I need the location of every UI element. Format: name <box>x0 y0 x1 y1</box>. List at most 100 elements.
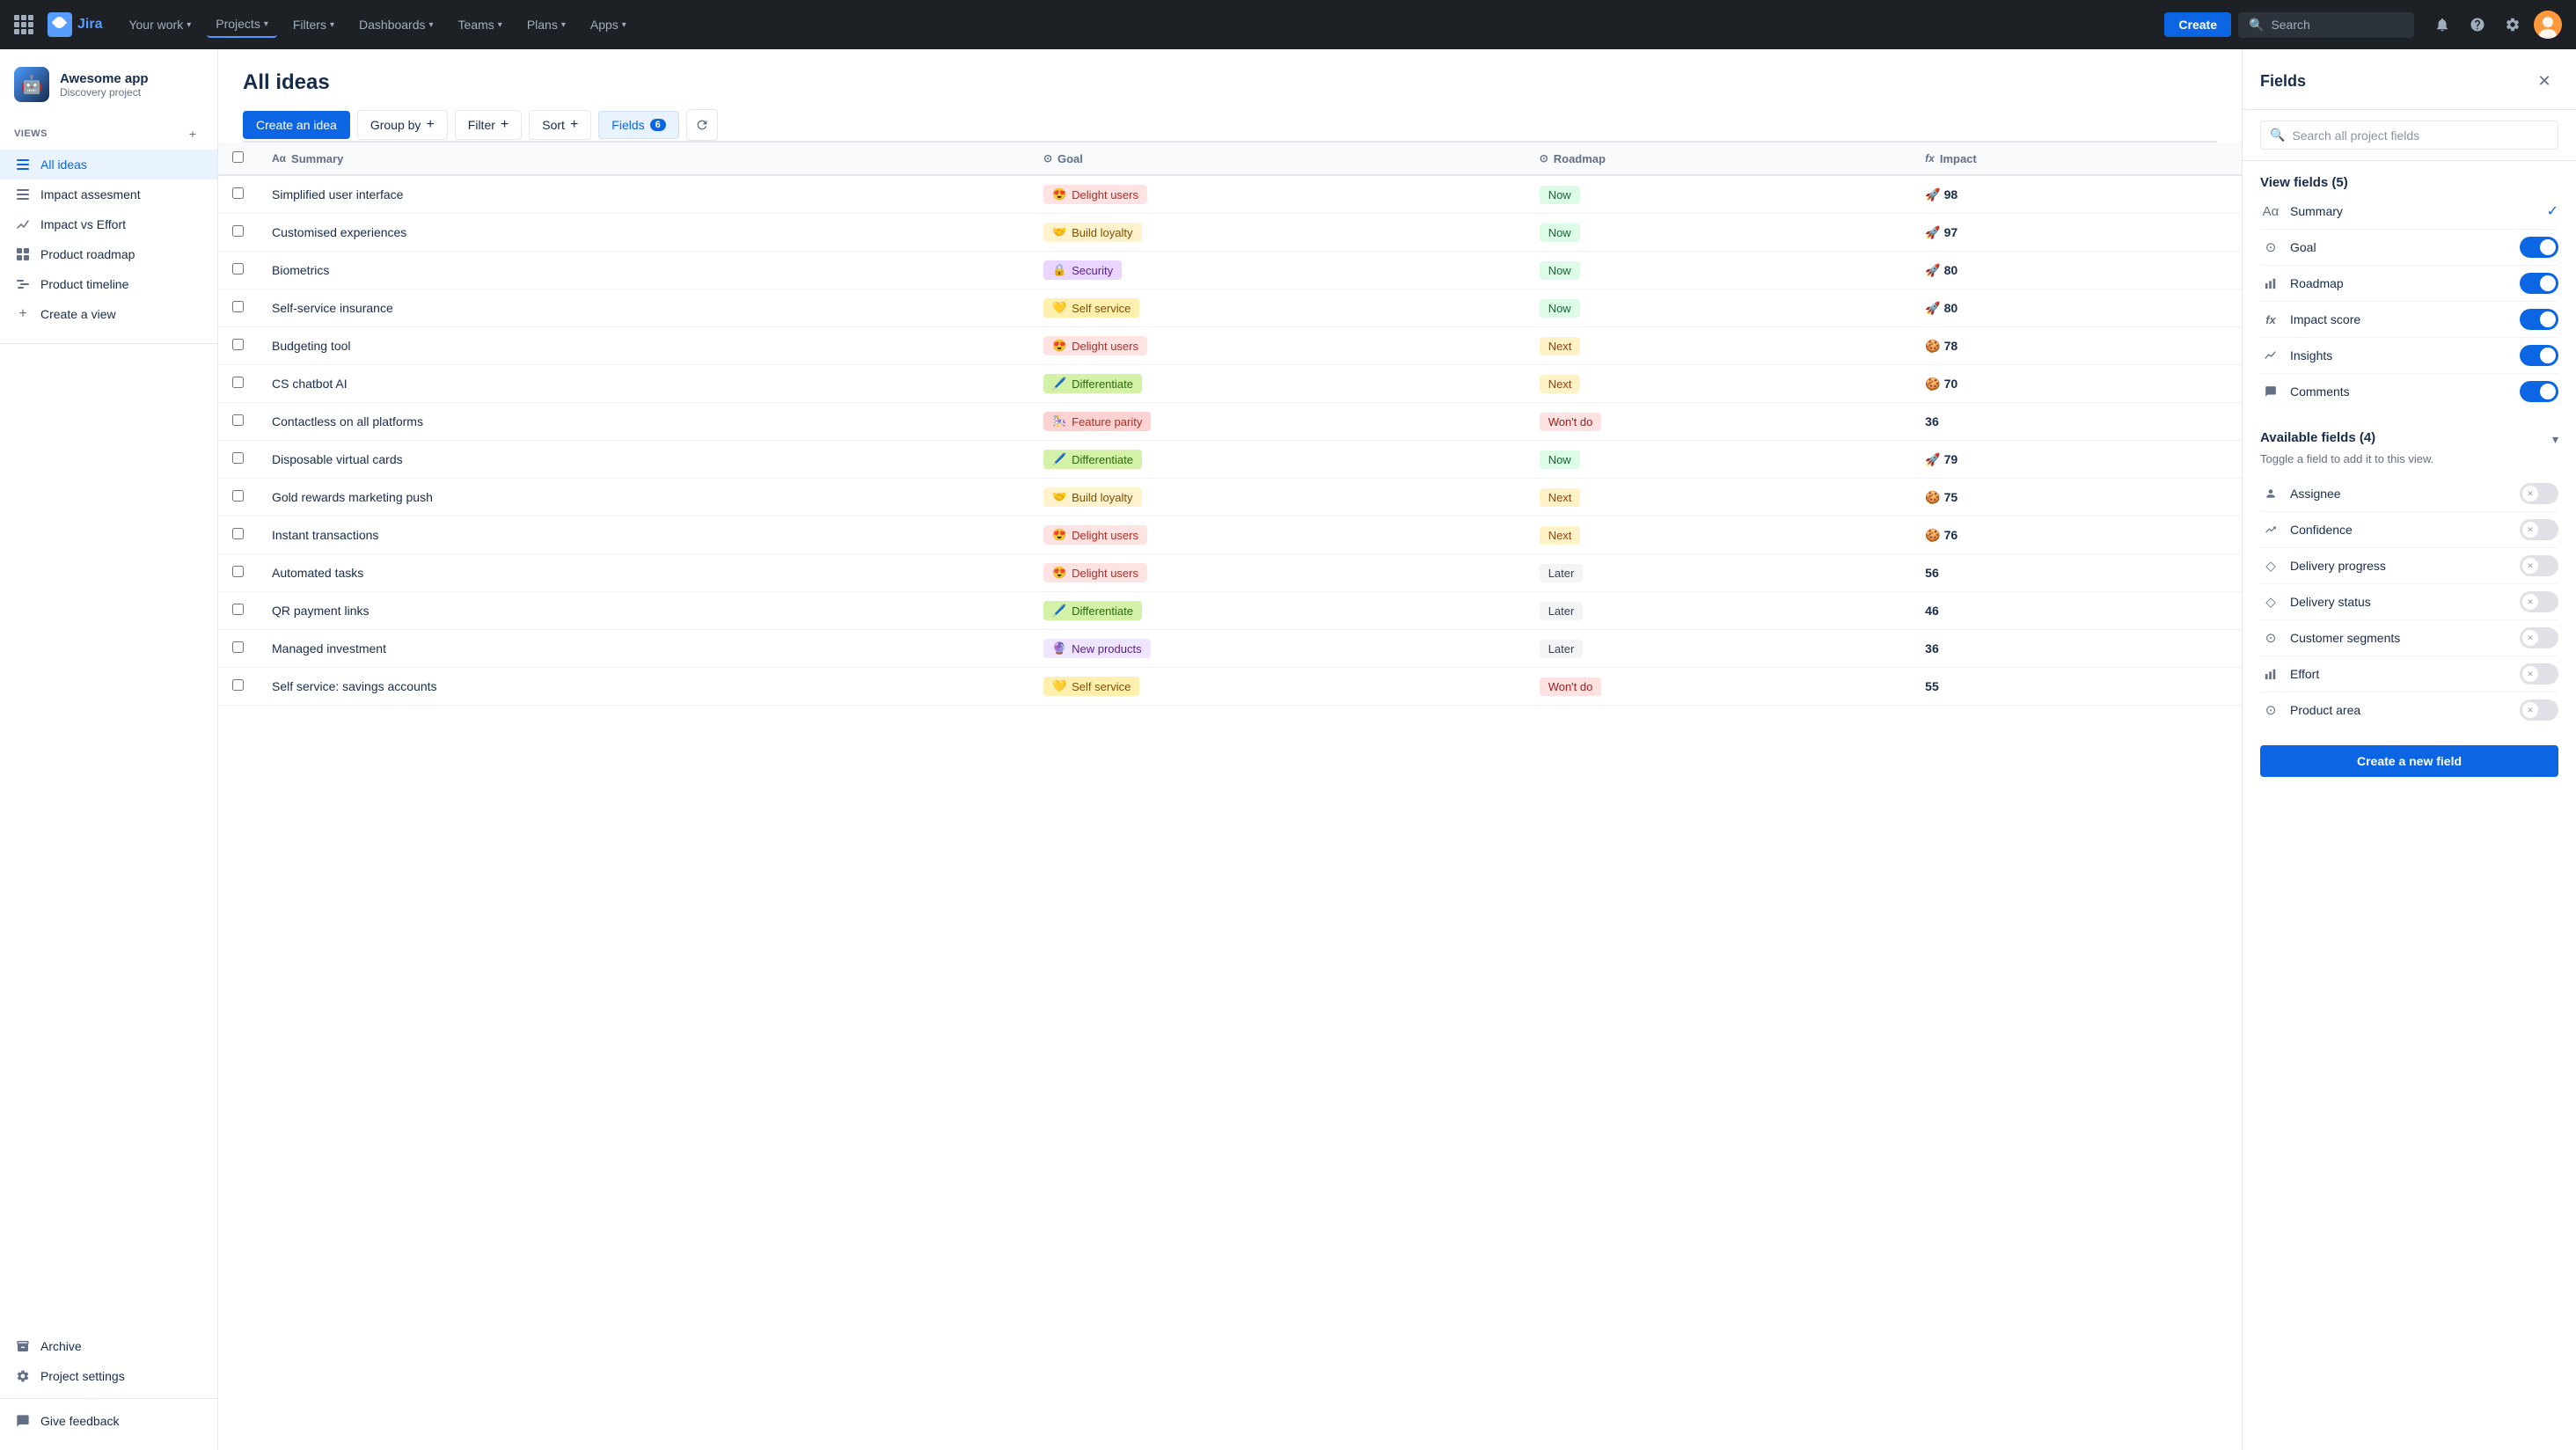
search-input[interactable] <box>2271 18 2404 32</box>
row-checkbox[interactable] <box>232 528 244 539</box>
roadmap-tag[interactable]: Now <box>1540 223 1580 242</box>
settings-icon[interactable] <box>2499 11 2527 39</box>
sidebar-item-create-view[interactable]: + Create a view <box>0 299 217 329</box>
row-goal[interactable]: 😍 Delight users <box>1029 516 1526 554</box>
row-roadmap[interactable]: Later <box>1526 630 1911 668</box>
fields-search-input[interactable] <box>2292 128 2549 143</box>
row-goal[interactable]: 🤝 Build loyalty <box>1029 214 1526 252</box>
roadmap-toggle[interactable] <box>2520 273 2558 294</box>
delivery-progress-toggle[interactable]: ✕ <box>2520 555 2558 576</box>
group-by-button[interactable]: Group by + <box>357 110 448 140</box>
impact-score-toggle[interactable] <box>2520 309 2558 330</box>
roadmap-tag[interactable]: Now <box>1540 186 1580 204</box>
row-roadmap[interactable]: Later <box>1526 554 1911 592</box>
row-goal[interactable]: 🤝 Build loyalty <box>1029 479 1526 516</box>
row-summary[interactable]: CS chatbot AI <box>258 365 1029 403</box>
summary-column-header[interactable]: Aα Summary <box>258 143 1029 175</box>
goal-tag[interactable]: 😍 Delight users <box>1043 185 1147 204</box>
customer-segments-toggle[interactable]: ✕ <box>2520 627 2558 648</box>
nav-plans[interactable]: Plans ▾ <box>518 12 574 37</box>
row-goal[interactable]: 🖊️ Differentiate <box>1029 365 1526 403</box>
row-roadmap[interactable]: Next <box>1526 327 1911 365</box>
goal-tag[interactable]: 💛 Self service <box>1043 298 1139 318</box>
nav-filters[interactable]: Filters ▾ <box>284 12 343 37</box>
row-goal[interactable]: 🔮 New products <box>1029 630 1526 668</box>
refresh-button[interactable] <box>686 109 718 141</box>
roadmap-tag[interactable]: Later <box>1540 602 1584 620</box>
comments-toggle[interactable] <box>2520 381 2558 402</box>
create-button[interactable]: Create <box>2164 12 2231 37</box>
nav-projects[interactable]: Projects ▾ <box>207 11 277 38</box>
row-roadmap[interactable]: Won't do <box>1526 668 1911 706</box>
row-goal[interactable]: 🖊️ Differentiate <box>1029 441 1526 479</box>
roadmap-tag[interactable]: Now <box>1540 261 1580 280</box>
roadmap-tag[interactable]: Next <box>1540 488 1581 507</box>
goal-tag[interactable]: 😍 Delight users <box>1043 563 1147 582</box>
row-checkbox[interactable] <box>232 187 244 199</box>
row-goal[interactable]: 🖊️ Differentiate <box>1029 592 1526 630</box>
row-checkbox[interactable] <box>232 414 244 426</box>
row-summary[interactable]: Gold rewards marketing push <box>258 479 1029 516</box>
fields-search-field[interactable]: 🔍 <box>2260 121 2558 150</box>
effort-toggle[interactable]: ✕ <box>2520 663 2558 685</box>
create-new-field-button[interactable]: Create a new field <box>2260 745 2558 777</box>
goal-tag[interactable]: 🖊️ Differentiate <box>1043 601 1142 620</box>
sidebar-item-impact-vs-effort[interactable]: Impact vs Effort <box>0 209 217 239</box>
insights-toggle[interactable] <box>2520 345 2558 366</box>
row-goal[interactable]: 😍 Delight users <box>1029 327 1526 365</box>
row-summary[interactable]: Customised experiences <box>258 214 1029 252</box>
goal-tag[interactable]: 🎠 Feature parity <box>1043 412 1151 431</box>
row-roadmap[interactable]: Now <box>1526 252 1911 289</box>
row-roadmap[interactable]: Next <box>1526 365 1911 403</box>
sidebar-item-product-timeline[interactable]: Product timeline <box>0 269 217 299</box>
roadmap-tag[interactable]: Won't do <box>1540 677 1602 696</box>
row-summary[interactable]: Instant transactions <box>258 516 1029 554</box>
impact-column-header[interactable]: fx Impact <box>1911 143 2242 175</box>
row-summary[interactable]: Self-service insurance <box>258 289 1029 327</box>
row-summary[interactable]: Simplified user interface <box>258 175 1029 214</box>
row-roadmap[interactable]: Next <box>1526 479 1911 516</box>
roadmap-tag[interactable]: Next <box>1540 375 1581 393</box>
fields-close-button[interactable]: ✕ <box>2530 67 2558 95</box>
row-goal[interactable]: 😍 Delight users <box>1029 175 1526 214</box>
row-roadmap[interactable]: Later <box>1526 592 1911 630</box>
global-search[interactable]: 🔍 <box>2238 12 2414 38</box>
row-summary[interactable]: Budgeting tool <box>258 327 1029 365</box>
sidebar-item-archive[interactable]: Archive <box>0 1331 217 1361</box>
row-roadmap[interactable]: Now <box>1526 441 1911 479</box>
goal-column-header[interactable]: ⊙ Goal <box>1029 143 1526 175</box>
fields-button[interactable]: Fields 6 <box>598 111 678 139</box>
row-checkbox[interactable] <box>232 604 244 615</box>
roadmap-tag[interactable]: Later <box>1540 640 1584 658</box>
row-checkbox[interactable] <box>232 679 244 691</box>
row-checkbox[interactable] <box>232 339 244 350</box>
avatar[interactable] <box>2534 11 2562 39</box>
goal-toggle[interactable] <box>2520 237 2558 258</box>
row-goal[interactable]: 😍 Delight users <box>1029 554 1526 592</box>
goal-tag[interactable]: 🔮 New products <box>1043 639 1151 658</box>
filter-button[interactable]: Filter + <box>455 110 522 140</box>
row-checkbox[interactable] <box>232 641 244 653</box>
row-summary[interactable]: Managed investment <box>258 630 1029 668</box>
sidebar-item-give-feedback[interactable]: Give feedback <box>0 1406 217 1436</box>
row-roadmap[interactable]: Now <box>1526 289 1911 327</box>
jira-logo[interactable]: Jira <box>48 12 102 37</box>
sidebar-item-project-settings[interactable]: Project settings <box>0 1361 217 1391</box>
delivery-status-toggle[interactable]: ✕ <box>2520 591 2558 612</box>
chevron-icon[interactable]: ▾ <box>2552 432 2558 447</box>
roadmap-tag[interactable]: Now <box>1540 450 1580 469</box>
goal-tag[interactable]: 🤝 Build loyalty <box>1043 487 1142 507</box>
row-summary[interactable]: Disposable virtual cards <box>258 441 1029 479</box>
roadmap-tag[interactable]: Won't do <box>1540 413 1602 431</box>
add-view-button[interactable]: + <box>182 123 203 144</box>
nav-teams[interactable]: Teams ▾ <box>450 12 511 37</box>
row-checkbox[interactable] <box>232 452 244 464</box>
goal-tag[interactable]: 😍 Delight users <box>1043 525 1147 545</box>
row-goal[interactable]: 🔒 Security <box>1029 252 1526 289</box>
confidence-toggle[interactable]: ✕ <box>2520 519 2558 540</box>
roadmap-column-header[interactable]: ⊙ Roadmap <box>1526 143 1911 175</box>
sidebar-item-impact-assesment[interactable]: Impact assesment <box>0 179 217 209</box>
row-summary[interactable]: Contactless on all platforms <box>258 403 1029 441</box>
row-summary[interactable]: Self service: savings accounts <box>258 668 1029 706</box>
row-summary[interactable]: Automated tasks <box>258 554 1029 592</box>
